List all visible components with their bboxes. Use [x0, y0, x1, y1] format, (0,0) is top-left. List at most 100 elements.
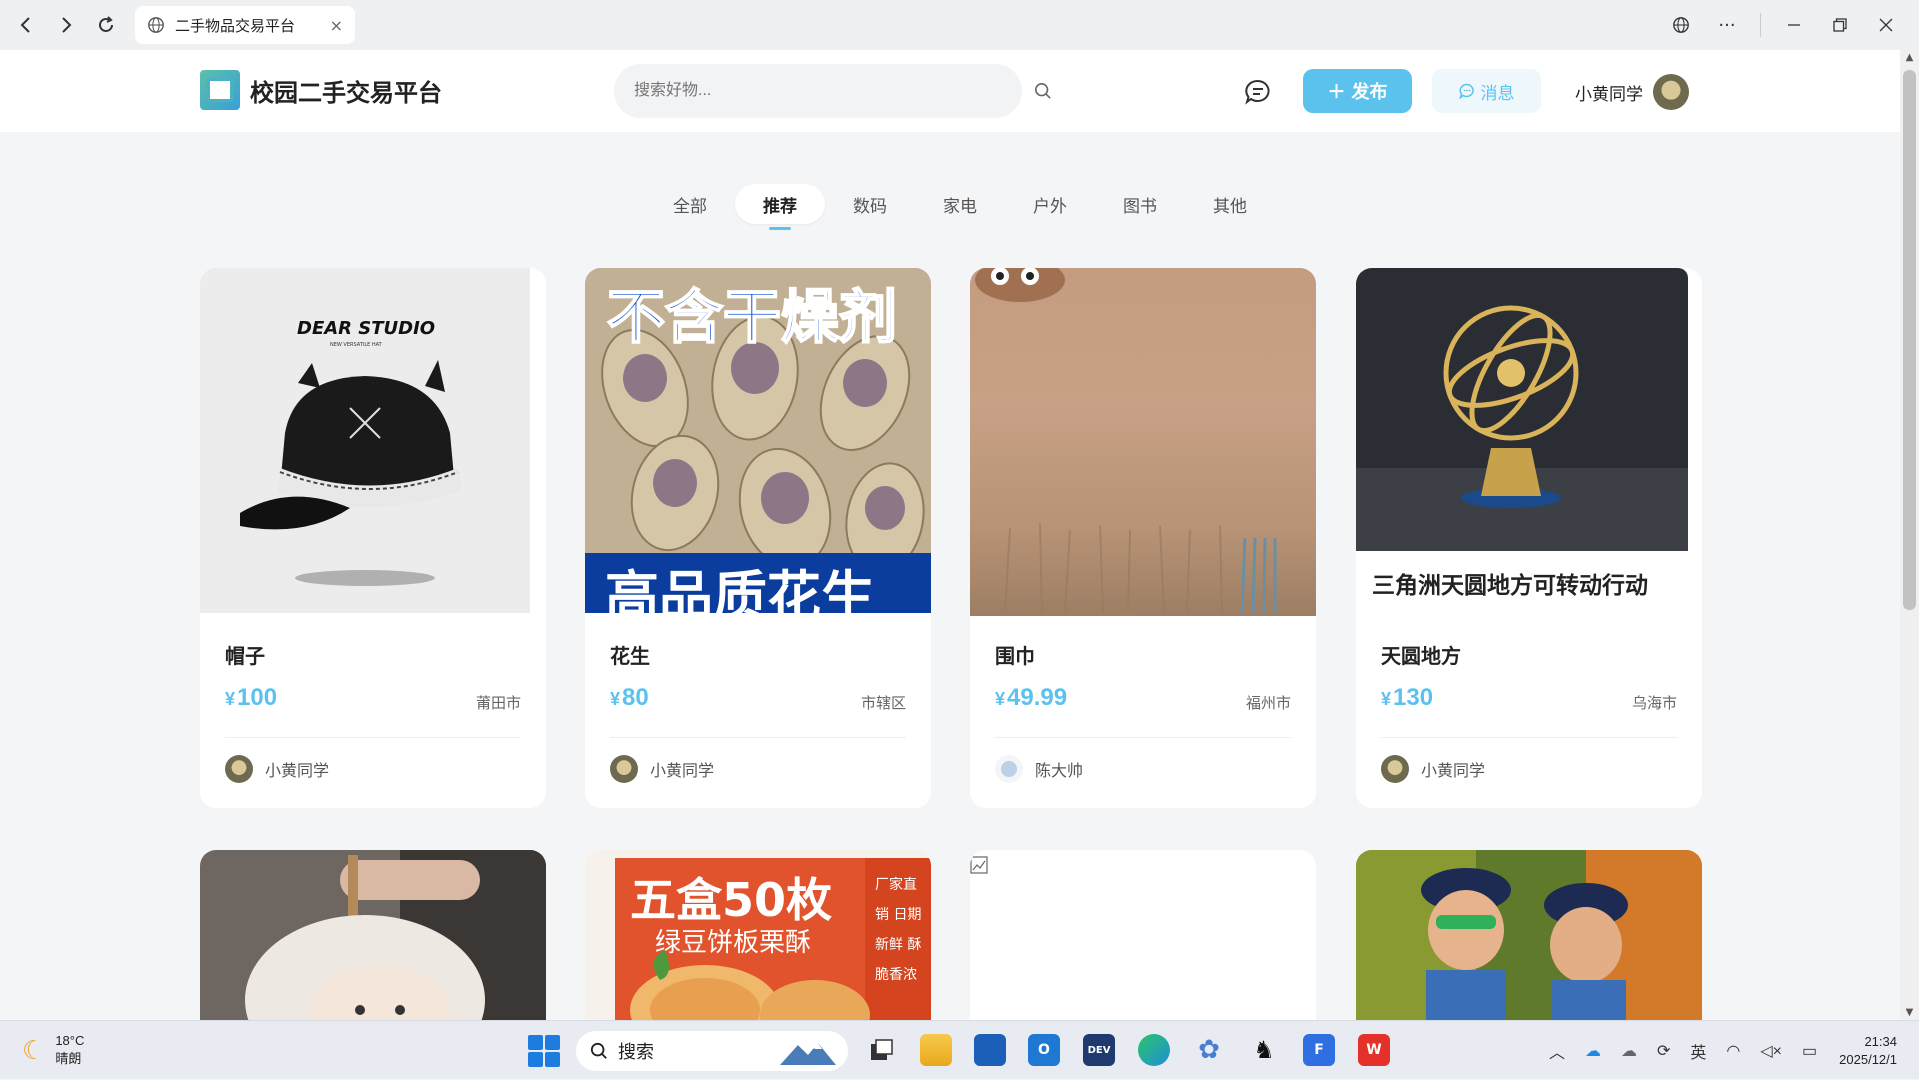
product-card[interactable]: 五盒50枚 绿豆饼板栗酥 厂家直销 日期新鲜 酥脆香浓 — [585, 850, 931, 1020]
product-price: ¥100 — [225, 684, 278, 711]
product-title[interactable]: 帽子 — [225, 640, 265, 669]
refresh-icon[interactable] — [86, 5, 126, 45]
image-subheadline-text: 绿豆饼板栗酥 — [655, 928, 812, 958]
search-input[interactable] — [614, 64, 1022, 118]
product-image-scarf[interactable] — [970, 268, 1316, 616]
restore-icon[interactable] — [1817, 0, 1863, 50]
product-card[interactable]: 不含干燥剂 高品质花生 花生 ¥80 市辖区 小黄同学 — [585, 268, 931, 808]
publish-button[interactable]: ＋ 发布 — [1303, 69, 1412, 113]
seller-name: 小黄同学 — [1421, 763, 1486, 780]
image-caption-text: 三角洲天圆地方可转动行动 — [1372, 573, 1648, 599]
product-image-hat[interactable]: DEAR STUDIO NEW VERSATILE HAT — [200, 268, 530, 613]
site-header: 校园二手交易平台 ＋ 发布 消息 小黄同学 — [0, 50, 1900, 132]
mountain-icon — [780, 1043, 836, 1065]
settings-gear-icon[interactable]: ✿ — [1193, 1034, 1225, 1066]
search-icon[interactable] — [1034, 82, 1052, 100]
image-side-text: 厂家直销 日期新鲜 酥脆香浓 — [875, 877, 922, 983]
image-headline-text: 不含干燥剂 — [606, 282, 898, 352]
back-icon[interactable] — [6, 5, 46, 45]
battery-icon[interactable]: ▭ — [1802, 1041, 1817, 1061]
armillary-illustration — [1356, 268, 1688, 551]
seller-avatar — [1381, 755, 1409, 783]
browser-tab[interactable]: 二手物品交易平台 × — [135, 6, 355, 44]
product-image-peanuts[interactable]: 不含干燥剂 高品质花生 — [585, 268, 931, 613]
moon-icon: ☾ — [22, 1034, 46, 1065]
browser-toolbar: 二手物品交易平台 × ··· — [0, 0, 1919, 50]
more-options-icon[interactable]: ··· — [1704, 0, 1750, 50]
tab-close-icon[interactable]: × — [330, 16, 343, 35]
product-card[interactable]: 三角洲天圆地方可转动行动 天圆地方 ¥130 乌海市 小黄同学 — [1356, 268, 1702, 808]
seller-name: 小黄同学 — [265, 763, 330, 780]
category-tab-books[interactable]: 图书 — [1095, 184, 1185, 224]
forward-icon[interactable] — [46, 5, 86, 45]
microsoft-store-icon[interactable] — [974, 1034, 1006, 1066]
chat-bubble-icon[interactable] — [1244, 78, 1272, 106]
category-tab-appliances[interactable]: 家电 — [915, 184, 1005, 224]
product-price: ¥80 — [610, 684, 649, 711]
minimize-icon[interactable] — [1771, 0, 1817, 50]
product-title[interactable]: 天圆地方 — [1381, 640, 1461, 669]
dev-home-icon[interactable]: DEV — [1083, 1034, 1115, 1066]
taskbar-search-label: 搜索 — [618, 1042, 654, 1062]
scroll-down-icon[interactable]: ▼ — [1900, 1007, 1919, 1018]
qq-penguin-icon[interactable]: ♞ — [1248, 1034, 1280, 1066]
windows-start-icon[interactable] — [528, 1035, 560, 1067]
seller-info[interactable]: 陈大帅 — [995, 755, 1083, 783]
user-avatar[interactable] — [1653, 74, 1689, 110]
input-method-indicator[interactable]: 英 — [1690, 1039, 1706, 1063]
edge-icon[interactable] — [1138, 1034, 1170, 1066]
message-icon — [1458, 83, 1474, 99]
hat-illustration — [240, 360, 462, 586]
product-card[interactable]: 围巾 ¥49.99 福州市 陈大帅 — [970, 268, 1316, 808]
category-tab-digital[interactable]: 数码 — [825, 184, 915, 224]
seller-info[interactable]: 小黄同学 — [1381, 755, 1485, 783]
messages-button[interactable]: 消息 — [1432, 69, 1541, 113]
taskbar-search[interactable]: 搜索 — [576, 1031, 848, 1071]
product-card[interactable] — [1356, 850, 1702, 1020]
close-window-icon[interactable] — [1863, 0, 1909, 50]
wifi-icon[interactable]: ◠ — [1726, 1041, 1740, 1061]
outlook-icon[interactable]: O — [1028, 1034, 1060, 1066]
product-card[interactable]: DEAR STUDIO NEW VERSATILE HAT 帽子 ¥100 莆田… — [200, 268, 546, 808]
seller-avatar — [225, 755, 253, 783]
toolbar-divider — [1760, 13, 1761, 37]
clock[interactable]: 21:34 2025/12/1 — [1839, 1033, 1897, 1069]
task-view-icon[interactable] — [866, 1034, 898, 1066]
site-logo[interactable]: 校园二手交易平台 — [200, 70, 442, 110]
translate-globe-icon[interactable] — [1658, 0, 1704, 50]
product-location: 市辖区 — [860, 695, 906, 712]
page-scrollbar[interactable]: ▲ ▼ — [1900, 50, 1919, 1020]
scarf-illustration — [975, 268, 1277, 614]
category-tab-other[interactable]: 其他 — [1185, 184, 1275, 224]
onedrive-cloud-icon[interactable]: ☁ — [1585, 1041, 1601, 1061]
product-location: 福州市 — [1245, 695, 1291, 712]
chevron-up-icon[interactable]: ︿ — [1549, 1039, 1565, 1063]
seller-info[interactable]: 小黄同学 — [225, 755, 329, 783]
tab-title: 二手物品交易平台 — [175, 16, 296, 35]
cloud-outline-icon[interactable]: ☁ — [1621, 1041, 1637, 1061]
sync-icon[interactable]: ⟳ — [1657, 1041, 1670, 1061]
category-tab-outdoor[interactable]: 户外 — [1005, 184, 1095, 224]
product-image-armillary[interactable]: 三角洲天圆地方可转动行动 — [1356, 268, 1688, 613]
weather-condition: 晴朗 — [55, 1051, 82, 1066]
product-card[interactable] — [200, 850, 546, 1020]
product-title[interactable]: 围巾 — [995, 640, 1035, 669]
site-title: 校园二手交易平台 — [250, 79, 442, 107]
scrollbar-thumb[interactable] — [1903, 70, 1916, 610]
weather-widget[interactable]: ☾ 18°C 晴朗 — [22, 1033, 84, 1067]
feishu-icon[interactable]: F — [1303, 1034, 1335, 1066]
speaker-muted-icon[interactable]: ◁× — [1760, 1041, 1782, 1061]
clock-time: 21:34 — [1864, 1033, 1897, 1049]
product-price: ¥130 — [1381, 684, 1434, 711]
user-menu[interactable]: 小黄同学 — [1575, 74, 1689, 110]
product-image-plush — [200, 850, 546, 1020]
category-tab-recommended[interactable]: 推荐 — [735, 184, 825, 230]
taskbar: ☾ 18°C 晴朗 搜索 O DEV ✿ ♞ F W ︿ ☁ ☁ ⟳ 英 ◠ ◁… — [0, 1020, 1919, 1079]
scroll-up-icon[interactable]: ▲ — [1900, 52, 1919, 63]
seller-info[interactable]: 小黄同学 — [610, 755, 714, 783]
wps-icon[interactable]: W — [1358, 1034, 1390, 1066]
product-card[interactable] — [970, 850, 1316, 1020]
category-tab-all[interactable]: 全部 — [645, 184, 735, 224]
product-title[interactable]: 花生 — [610, 640, 650, 669]
file-explorer-icon[interactable] — [920, 1034, 952, 1066]
